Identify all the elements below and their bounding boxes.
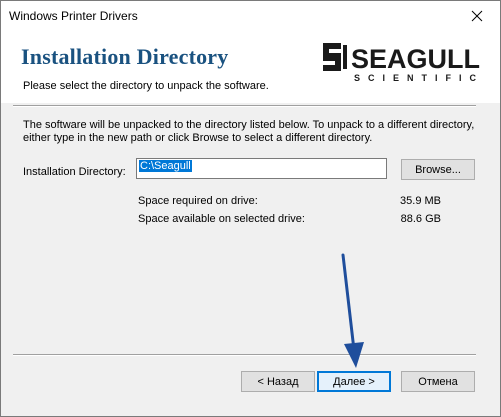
logo-main-text: SEAGULL bbox=[351, 44, 480, 74]
footer-divider bbox=[13, 354, 476, 356]
title-bar: Windows Printer Drivers bbox=[1, 1, 500, 31]
installer-window: Windows Printer Drivers Installation Dir… bbox=[0, 0, 501, 417]
seagull-logo: SEAGULL SCIENTIFIC bbox=[323, 43, 484, 83]
intro-line-2: either type in the new path or click Bro… bbox=[23, 132, 373, 144]
next-button[interactable]: Далее > bbox=[317, 371, 391, 392]
space-required-value: 35.9 MB bbox=[400, 195, 441, 207]
page-subtitle: Please select the directory to unpack th… bbox=[23, 80, 269, 92]
page-title: Installation Directory bbox=[21, 44, 229, 69]
window-title: Windows Printer Drivers bbox=[9, 9, 138, 23]
cancel-button[interactable]: Отмена bbox=[401, 371, 475, 392]
close-icon bbox=[471, 10, 483, 22]
back-button[interactable]: < Назад bbox=[241, 371, 315, 392]
browse-button[interactable]: Browse... bbox=[401, 159, 475, 180]
space-available-label: Space available on selected drive: bbox=[138, 213, 305, 225]
logo-sub-text: SCIENTIFIC bbox=[354, 73, 484, 83]
close-button[interactable] bbox=[454, 1, 500, 31]
installation-directory-value: C:\Seagull bbox=[139, 160, 192, 172]
installation-directory-label: Installation Directory: bbox=[23, 166, 126, 178]
installation-directory-input[interactable]: C:\Seagull bbox=[136, 158, 387, 179]
space-required-label: Space required on drive: bbox=[138, 195, 258, 207]
space-available-value: 88.6 GB bbox=[400, 213, 441, 225]
header-divider bbox=[13, 105, 476, 107]
header-banner: Installation Directory Please select the… bbox=[1, 31, 500, 103]
intro-line-1: The software will be unpacked to the dir… bbox=[23, 119, 475, 131]
intro-text: The software will be unpacked to the dir… bbox=[23, 119, 483, 145]
